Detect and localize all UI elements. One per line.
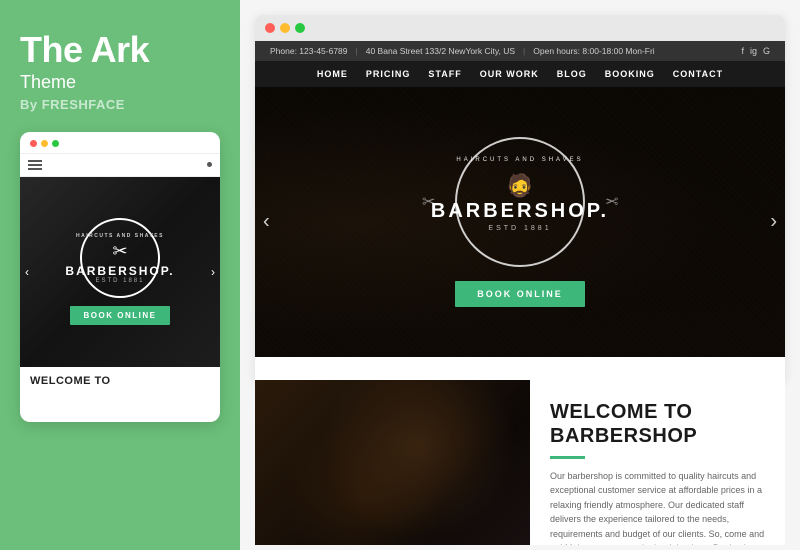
google-icon[interactable]: G [763,46,770,56]
theme-by: By FRESHFACE [20,97,220,112]
nav-item-blog[interactable]: BLOG [557,69,587,79]
nav-item-booking[interactable]: BOOKING [605,69,655,79]
hero-scissors-right-icon: ✂ [605,192,618,212]
mobile-dot-green [52,140,59,147]
browser-top-bar [255,15,785,41]
left-panel: The Ark Theme By FRESHFACE ‹ HAIRCUTS AN… [0,0,240,550]
hero-estd: ESTD 1881 [488,225,551,232]
mobile-preview-card: ‹ HAIRCUTS AND SHAVES ✂ BARBERSHOP. ESTD… [20,132,220,422]
mobile-hero-content: HAIRCUTS AND SHAVES ✂ BARBERSHOP. ESTD 1… [70,218,171,325]
nav-item-home[interactable]: HOME [317,69,348,79]
mobile-hamburger-icon [28,160,42,170]
mobile-window-controls [20,132,220,154]
mobile-next-arrow[interactable]: › [211,265,215,279]
hero-tagline-arc: HAIRCUTS AND SHAVES [456,157,583,163]
address-text: 40 Bana Street 133/2 NewYork City, US [366,46,515,56]
hero-content: HAIRCUTS AND SHAVES 🧔 BARBERSHOP. ESTD 1… [455,137,585,307]
social-icons: f ig G [741,46,770,56]
mobile-hero-section: ‹ HAIRCUTS AND SHAVES ✂ BARBERSHOP. ESTD… [20,177,220,367]
website-contact-info: Phone: 123-45-6789 | 40 Bana Street 133/… [270,46,655,56]
sep1: | [356,46,358,56]
sep2: | [523,46,525,56]
theme-info: The Ark Theme By FRESHFACE [20,30,220,112]
mobile-face-icon: ✂ [65,241,174,262]
facebook-icon[interactable]: f [741,46,744,56]
bottom-image-inner [255,380,530,545]
mobile-dot-yellow [41,140,48,147]
bottom-section: WELCOME TO BARBERSHOP Our barbershop is … [255,380,785,545]
nav-item-contact[interactable]: CONTACT [673,69,723,79]
mobile-brand-name: BARBERSHOP. [65,264,174,278]
browser-dot-red [265,23,275,33]
mobile-nav-dot-icon [207,162,212,167]
mobile-logo-circle: HAIRCUTS AND SHAVES ✂ BARBERSHOP. ESTD 1… [80,218,160,298]
welcome-title-line1: WELCOME TO [550,401,692,423]
bottom-image-overlay [255,380,530,545]
hero-next-arrow[interactable]: › [770,211,777,234]
bottom-welcome-text: WELCOME TO BARBERSHOP Our barbershop is … [530,380,785,545]
mobile-prev-arrow[interactable]: ‹ [25,265,29,279]
website-top-info-bar: Phone: 123-45-6789 | 40 Bana Street 133/… [255,41,785,61]
hero-logo-ring: HAIRCUTS AND SHAVES 🧔 BARBERSHOP. ESTD 1… [455,137,585,267]
bottom-barber-image [255,380,530,545]
hero-book-button[interactable]: BOOK ONLINE [455,281,585,307]
website-hero-section: ‹ HAIRCUTS AND SHAVES 🧔 BARBERSHOP. ESTD… [255,87,785,357]
nav-item-our-work[interactable]: OUR WORK [480,69,539,79]
mobile-welcome-text: WELCOME TO [20,367,220,395]
theme-subtitle: Theme [20,72,220,93]
right-panel: Phone: 123-45-6789 | 40 Bana Street 133/… [240,0,800,550]
phone-text: Phone: 123-45-6789 [270,46,348,56]
browser-dot-yellow [280,23,290,33]
welcome-title-line2: BARBERSHOP [550,425,697,447]
welcome-description: Our barbershop is committed to quality h… [550,469,765,545]
mobile-dot-red [30,140,37,147]
mobile-nav-bar [20,154,220,177]
instagram-icon[interactable]: ig [750,46,757,56]
hero-brand-name: BARBERSHOP. [431,201,609,221]
hero-prev-arrow[interactable]: ‹ [263,211,270,234]
welcome-title: WELCOME TO BARBERSHOP [550,400,765,448]
hero-scissors-left-icon: ✂ [422,192,435,212]
nav-item-staff[interactable]: STAFF [428,69,461,79]
browser-dot-green [295,23,305,33]
mobile-book-btn[interactable]: BOOK ONLINE [70,306,171,325]
welcome-divider [550,456,585,459]
mobile-estd: ESTD 1881 [65,278,174,284]
theme-title: The Ark [20,30,220,70]
hero-face-icon: 🧔 [506,173,533,199]
website-nav: HOME PRICING STAFF OUR WORK BLOG BOOKING… [255,61,785,87]
browser-window: Phone: 123-45-6789 | 40 Bana Street 133/… [255,15,785,380]
hours-text: Open hours: 8:00-18:00 Mon-Fri [533,46,654,56]
nav-item-pricing[interactable]: PRICING [366,69,411,79]
mobile-tagline: HAIRCUTS AND SHAVES [65,233,174,239]
